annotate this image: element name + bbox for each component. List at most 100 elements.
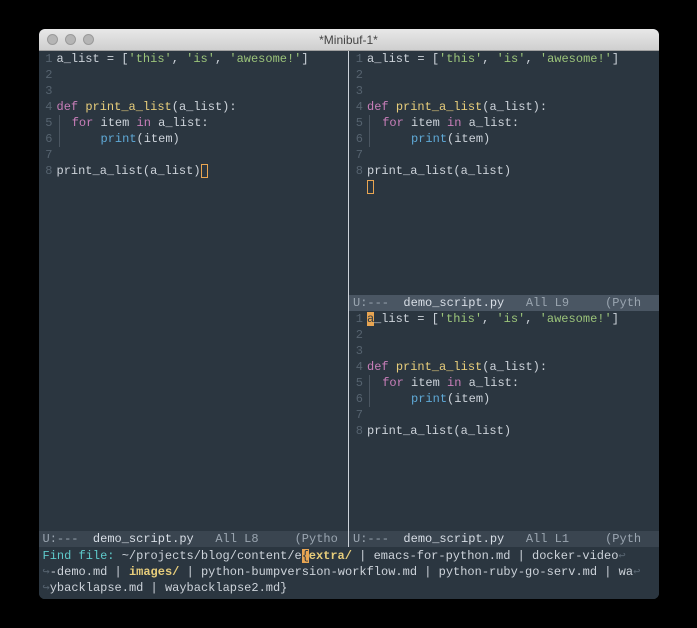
code-line[interactable]: print_a_list(a_list) [367,163,659,179]
code-area[interactable]: a_list = ['this', 'is', 'awesome!'] def p… [367,51,659,295]
buffer-bottom-right[interactable]: 12345678 a_list = ['this', 'is', 'awesom… [349,311,659,531]
indent-guide [59,131,72,147]
line-number: 2 [39,67,53,83]
code-line[interactable]: print_a_list(a_list) [367,423,659,439]
code-line[interactable] [367,147,659,163]
line-number: 3 [39,83,53,99]
minibuffer[interactable]: Find file: ~/projects/blog/content/e{ext… [39,547,659,599]
code-line[interactable]: def print_a_list(a_list): [367,359,659,375]
gutter: 12345678 [349,311,367,531]
code-line[interactable]: a_list = ['this', 'is', 'awesome!'] [367,311,659,327]
left-column: 12345678 a_list = ['this', 'is', 'awesom… [39,51,349,547]
line-number: 6 [39,131,53,147]
modeline-left[interactable]: U:--- demo_script.py All L8 (Pytho [39,531,349,547]
completion-selected: extra/ [309,549,352,563]
cursor-icon [201,164,208,178]
right-column: 12345678 a_list = ['this', 'is', 'awesom… [348,51,659,547]
line-number: 7 [39,147,53,163]
line-number: 3 [349,343,363,359]
indent-guide [369,375,382,391]
line-number: 6 [349,131,363,147]
cursor-icon: { [302,549,309,563]
line-number: 7 [349,407,363,423]
wrap-icon: ↪ [43,565,50,579]
editor: 12345678 a_list = ['this', 'is', 'awesom… [39,51,659,599]
code-line[interactable] [367,83,659,99]
line-number: 2 [349,67,363,83]
modeline-status: U:--- [43,531,79,547]
wrap-icon: ↩ [618,549,625,563]
modeline-bottom-right[interactable]: U:--- demo_script.py All L1 (Pyth [349,531,659,547]
indent-guide [369,391,382,407]
line-number: 4 [349,359,363,375]
line-number: 4 [349,99,363,115]
line-number: 8 [349,423,363,439]
code-line[interactable] [367,67,659,83]
modeline-file: demo_script.py [403,295,504,311]
minibuffer-path: ~/projects/blog/content/e [122,549,302,563]
code-line[interactable]: def print_a_list(a_list): [367,99,659,115]
line-number: 1 [349,311,363,327]
line-number: 3 [349,83,363,99]
wrap-icon: ↪ [43,581,50,595]
line-number: 8 [349,163,363,179]
indent-guide [369,115,382,131]
modeline-mode: (Pyth [605,295,641,311]
code-line[interactable] [57,83,349,99]
modeline-mode: (Pyth [605,531,641,547]
line-number: 5 [39,115,53,131]
code-line[interactable] [57,67,349,83]
code-line[interactable]: print(item) [57,131,349,147]
window-title: *Minibuf-1* [39,33,659,47]
buffer-left[interactable]: 12345678 a_list = ['this', 'is', 'awesom… [39,51,349,531]
line-number: 2 [349,327,363,343]
code-line[interactable]: for item in a_list: [57,115,349,131]
wrap-icon: ↩ [633,565,640,579]
minibuffer-line-1: Find file: ~/projects/blog/content/e{ext… [43,548,655,564]
line-number: 5 [349,375,363,391]
line-number: 7 [349,147,363,163]
code-line[interactable]: print(item) [367,131,659,147]
code-line[interactable]: a_list = ['this', 'is', 'awesome!'] [57,51,349,67]
code-line[interactable]: def print_a_list(a_list): [57,99,349,115]
line-number: 1 [349,51,363,67]
code-line[interactable]: print_a_list(a_list) [57,163,349,179]
code-line[interactable] [367,327,659,343]
cursor-icon [367,180,374,194]
code-line[interactable] [367,407,659,423]
indent-guide [369,131,382,147]
split-panes: 12345678 a_list = ['this', 'is', 'awesom… [39,51,659,547]
code-line[interactable]: for item in a_list: [367,375,659,391]
modeline-top-right[interactable]: U:--- demo_script.py All L9 (Pyth [349,295,659,311]
code-line[interactable] [57,147,349,163]
line-number: 6 [349,391,363,407]
minibuffer-line-2: ↪-demo.md | images/ | python-bumpversion… [43,564,655,580]
line-number: 1 [39,51,53,67]
code-line[interactable] [367,179,659,195]
code-line[interactable]: print(item) [367,391,659,407]
modeline-pos: All L9 [526,295,569,311]
code-area[interactable]: a_list = ['this', 'is', 'awesome!'] def p… [367,311,659,531]
cursor-icon: a [367,312,374,326]
code-line[interactable] [367,343,659,359]
indent-guide [59,115,72,131]
buffer-top-right[interactable]: 12345678 a_list = ['this', 'is', 'awesom… [349,51,659,295]
modeline-file: demo_script.py [403,531,504,547]
completion-highlight: images/ [129,565,179,579]
gutter: 12345678 [349,51,367,295]
line-number: 4 [39,99,53,115]
modeline-status: U:--- [353,295,389,311]
code-line[interactable]: a_list = ['this', 'is', 'awesome!'] [367,51,659,67]
line-number: 8 [39,163,53,179]
modeline-pos: All L1 [526,531,569,547]
code-line[interactable]: for item in a_list: [367,115,659,131]
line-number: 5 [349,115,363,131]
modeline-status: U:--- [353,531,389,547]
window-frame: *Minibuf-1* 12345678 a_list = ['this', '… [39,29,659,599]
modeline-pos: All L8 [215,531,258,547]
modeline-file: demo_script.py [93,531,194,547]
minibuffer-line-3: ↪ybacklapse.md | waybacklapse2.md} [43,580,655,596]
code-area[interactable]: a_list = ['this', 'is', 'awesome!'] def p… [57,51,349,531]
titlebar[interactable]: *Minibuf-1* [39,29,659,51]
modeline-mode: (Pytho [295,531,338,547]
